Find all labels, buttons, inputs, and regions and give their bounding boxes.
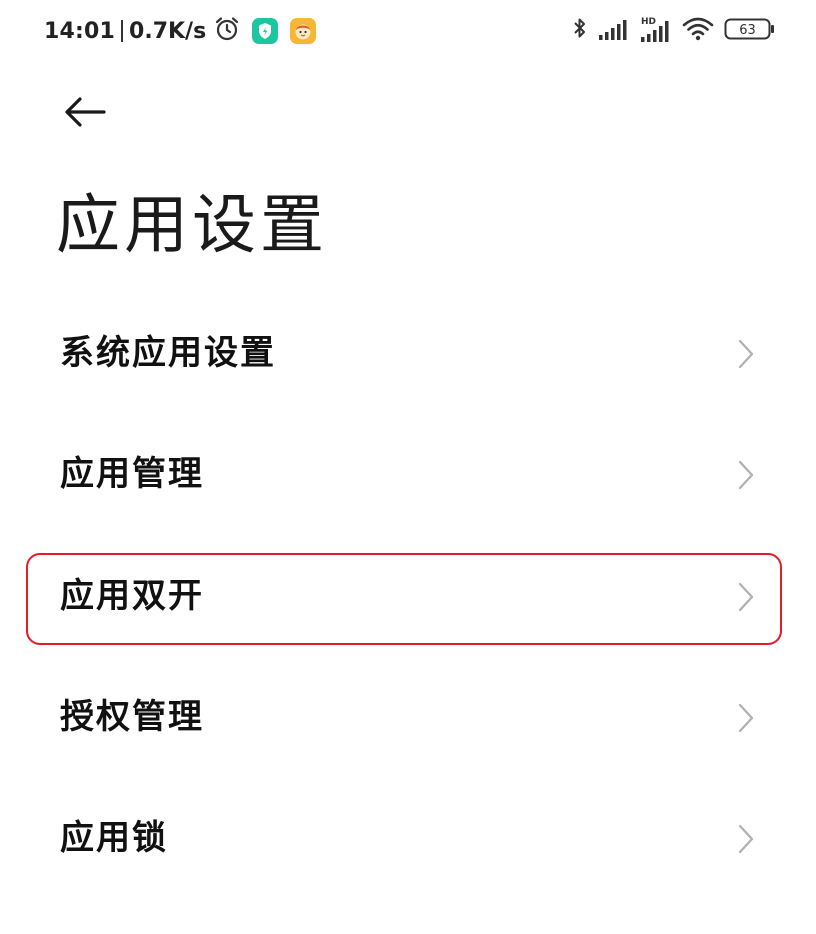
hd-signal-icon: HD [640,15,672,47]
arrow-left-icon [65,97,106,127]
list-item-label: 应用管理 [60,454,204,494]
chevron-right-icon [738,824,754,854]
security-app-icon [252,18,279,44]
list-item-dual-apps[interactable]: 应用双开 [0,537,816,655]
signal-icon [598,17,630,45]
app-notification-icon [290,18,317,44]
list-item-app-management[interactable]: 应用管理 [0,415,816,533]
back-button[interactable] [60,90,112,134]
battery-level: 63 [739,23,756,38]
list-item-label: 授权管理 [60,697,204,737]
bluetooth-icon [572,16,588,46]
chevron-right-icon [738,703,754,733]
status-bar: 14:01 0.7K/s HD 63 [0,0,816,62]
battery-icon: 63 [724,16,776,46]
list-item-label: 应用双开 [60,576,204,616]
chevron-right-icon [738,339,754,369]
wifi-icon [682,16,714,46]
status-separator [121,20,124,42]
list-item-label: 系统应用设置 [60,333,276,373]
alarm-icon [214,16,240,46]
status-time: 14:01 [44,18,116,44]
chevron-right-icon [738,460,754,490]
status-bar-right: HD 63 [562,14,776,48]
status-net-speed: 0.7K/s [129,18,207,44]
list-item-app-lock[interactable]: 应用锁 [0,779,816,897]
svg-text:HD: HD [641,17,656,27]
list-item-label: 应用锁 [60,818,168,858]
list-item-permissions[interactable]: 授权管理 [0,658,816,776]
page-title: 应用设置 [56,189,328,263]
status-bar-left: 14:01 0.7K/s [44,14,317,48]
chevron-right-icon [738,582,754,612]
list-item-system-app-settings[interactable]: 系统应用设置 [0,294,816,412]
